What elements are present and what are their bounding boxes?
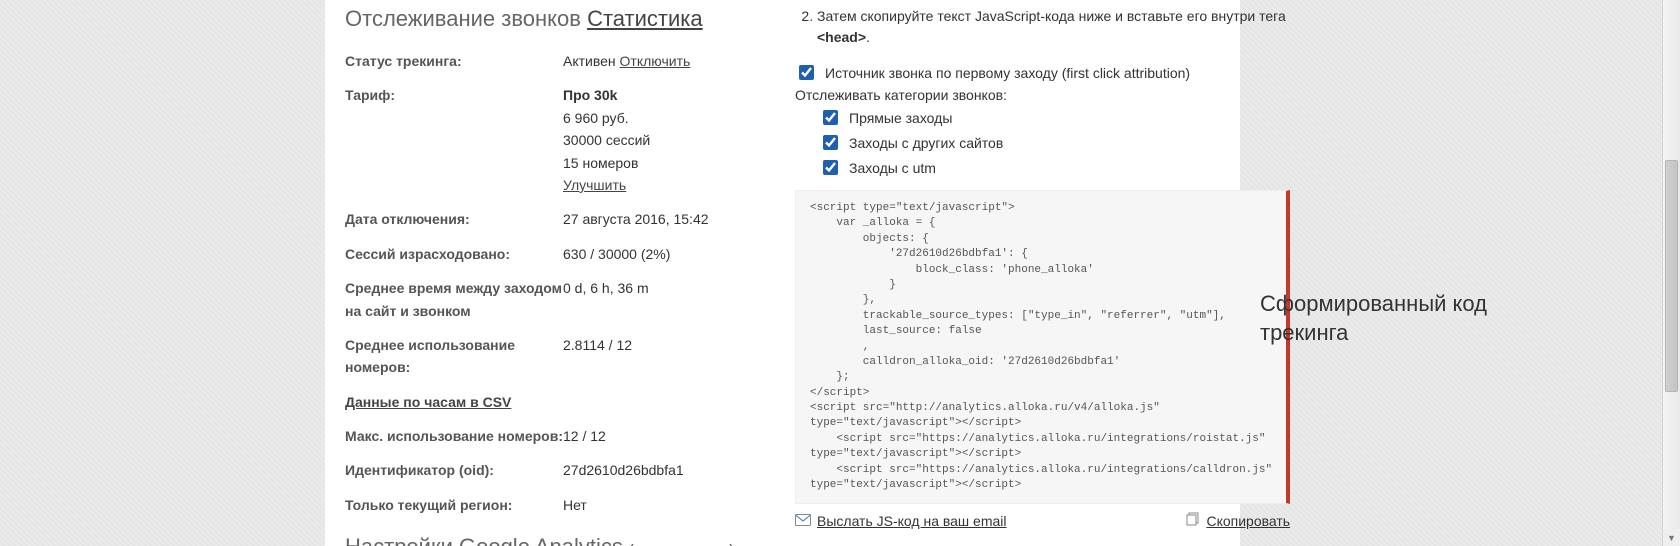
sessions-used-value: 630 / 30000 (2%) — [563, 243, 765, 265]
call-tracking-heading: Отслеживание звонков Статистика — [345, 6, 765, 32]
copy-icon — [1186, 512, 1200, 529]
first-click-label: Источник звонка по первому заходу (first… — [825, 65, 1190, 81]
sessions-used-label: Сессий израсходовано: — [345, 243, 563, 265]
mail-icon — [795, 513, 811, 529]
referrer-checkbox[interactable] — [823, 135, 838, 150]
max-numbers-value: 12 / 12 — [563, 425, 765, 447]
region-label: Только текущий регион: — [345, 494, 563, 516]
tariff-price: 6 960 руб. — [563, 107, 765, 129]
install-steps: Затем скопируйте текст JavaScript-кода н… — [795, 6, 1290, 48]
send-js-email-label: Выслать JS-код на ваш email — [817, 513, 1007, 529]
avg-numbers-value: 2.8114 / 12 — [563, 334, 765, 356]
tracking-status-active: Активен — [563, 53, 616, 69]
avg-numbers-label: Среднее использование номеров: — [345, 334, 563, 379]
region-value: Нет — [563, 494, 765, 516]
statistics-link[interactable]: Статистика — [587, 6, 703, 31]
csv-download-link[interactable]: Данные по часам в CSV — [345, 394, 511, 410]
ga-settings-heading: Настройки Google Analytics (редактироват… — [345, 534, 765, 546]
disable-tracking-link[interactable]: Отключить — [620, 53, 691, 69]
tracking-code-block[interactable]: <script type="text/javascript"> var _all… — [795, 190, 1290, 504]
callout-tracking-code: Сформированный код трекинга — [1260, 290, 1520, 347]
utm-label: Заходы с utm — [849, 160, 936, 176]
avg-time-value: 0 d, 6 h, 36 m — [563, 277, 765, 299]
max-numbers-label: Макс. использование номеров: — [345, 425, 563, 447]
send-js-email-link[interactable]: Выслать JS-код на ваш email — [795, 513, 1007, 529]
direct-checkbox[interactable] — [823, 110, 838, 125]
call-tracking-title: Отслеживание звонков — [345, 6, 581, 31]
tariff-name: Про 30k — [563, 84, 765, 106]
oid-value: 27d2610d26bdbfa1 — [563, 459, 765, 481]
upgrade-tariff-link[interactable]: Улучшить — [563, 177, 626, 193]
direct-label: Прямые заходы — [849, 110, 952, 126]
tariff-label: Тариф: — [345, 84, 563, 106]
off-date-label: Дата отключения: — [345, 208, 563, 230]
utm-checkbox[interactable] — [823, 160, 838, 175]
head-tag-text: <head> — [817, 29, 866, 45]
ga-edit-link[interactable]: (редактировать) — [629, 541, 734, 546]
tariff-value: Про 30k 6 960 руб. 30000 сессий 15 номер… — [563, 84, 765, 196]
copy-code-label: Скопировать — [1206, 513, 1290, 529]
tariff-numbers: 15 номеров — [563, 152, 765, 174]
step-2: Затем скопируйте текст JavaScript-кода н… — [817, 6, 1290, 48]
off-date-value: 27 августа 2016, 15:42 — [563, 208, 765, 230]
step-2-period: . — [866, 29, 870, 45]
tracking-status-label: Статус трекинга: — [345, 50, 563, 72]
track-categories-header: Отслеживать категории звонков: — [795, 87, 1290, 103]
avg-time-label: Среднее время между заходом на сайт и зв… — [345, 277, 563, 322]
oid-label: Идентификатор (oid): — [345, 459, 563, 481]
tracking-status-value: Активен Отключить — [563, 50, 765, 72]
referrer-label: Заходы с других сайтов — [849, 135, 1003, 151]
ga-settings-title: Настройки Google Analytics — [345, 534, 623, 546]
tariff-sessions: 30000 сессий — [563, 129, 765, 151]
page-scrollbar[interactable]: ▼ — [1662, 0, 1680, 546]
step-2-text: Затем скопируйте текст JavaScript-кода н… — [817, 8, 1286, 24]
copy-code-link[interactable]: Скопировать — [1186, 512, 1290, 529]
scrollbar-thumb[interactable] — [1665, 160, 1678, 392]
scrollbar-down-arrow[interactable]: ▼ — [1663, 529, 1680, 546]
first-click-checkbox[interactable] — [799, 65, 814, 80]
